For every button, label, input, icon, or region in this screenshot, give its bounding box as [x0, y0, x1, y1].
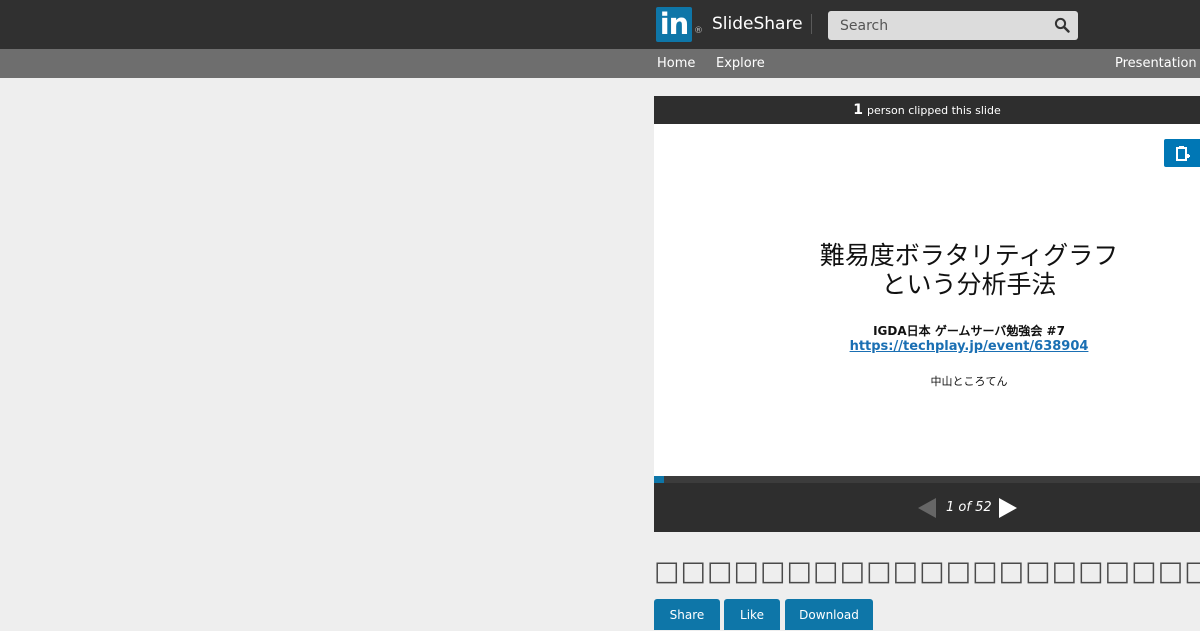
nav-home[interactable]: Home: [657, 56, 695, 71]
page-indicator: 1 of 52: [946, 500, 992, 515]
clip-count: 1: [853, 102, 863, 118]
nav-presentation[interactable]: Presentation: [1115, 56, 1197, 71]
slide-progress-bar[interactable]: [654, 476, 1200, 483]
search-box[interactable]: [828, 11, 1078, 40]
slide-progress-fill: [654, 476, 664, 483]
share-button[interactable]: Share: [654, 599, 720, 630]
clip-text: person clipped this slide: [867, 104, 1001, 117]
clip-slide-button[interactable]: [1164, 139, 1200, 167]
nav-bar: [0, 49, 1200, 78]
search-input[interactable]: [828, 11, 1038, 40]
slide-title-line-1: 難易度ボラタリティグラフ: [819, 241, 1119, 270]
slide-event-link[interactable]: https://techplay.jp/event/638904: [654, 339, 1200, 354]
like-button[interactable]: Like: [724, 599, 780, 630]
linkedin-logo-icon[interactable]: in: [656, 7, 692, 42]
clipboard-icon: [1176, 146, 1190, 161]
slide-title: 難易度ボラタリティグラフ という分析手法: [654, 241, 1200, 299]
triangle-right-icon[interactable]: [999, 498, 1017, 518]
player-controls: 1 of 52: [654, 483, 1200, 532]
document-title: □□□□□□□□□□□□□□□□□□□□□□: [654, 556, 1200, 587]
nav-explore[interactable]: Explore: [716, 56, 765, 71]
search-icon[interactable]: [1054, 17, 1070, 33]
slide-view[interactable]: 難易度ボラタリティグラフ という分析手法 IGDA日本 ゲームサーバ勉強会 #7…: [654, 124, 1200, 476]
brand-name[interactable]: SlideShare: [712, 14, 803, 34]
slide-title-line-2: という分析手法: [881, 270, 1057, 299]
clip-info-bar: 1 person clipped this slide: [654, 96, 1200, 124]
download-button[interactable]: Download: [785, 599, 873, 630]
triangle-left-icon[interactable]: [918, 498, 936, 518]
header-divider: [811, 14, 812, 34]
slide-subtitle: IGDA日本 ゲームサーバ勉強会 #7: [873, 324, 1065, 338]
registered-mark: ®: [694, 26, 703, 36]
slide-author: 中山ところてん: [930, 375, 1008, 388]
